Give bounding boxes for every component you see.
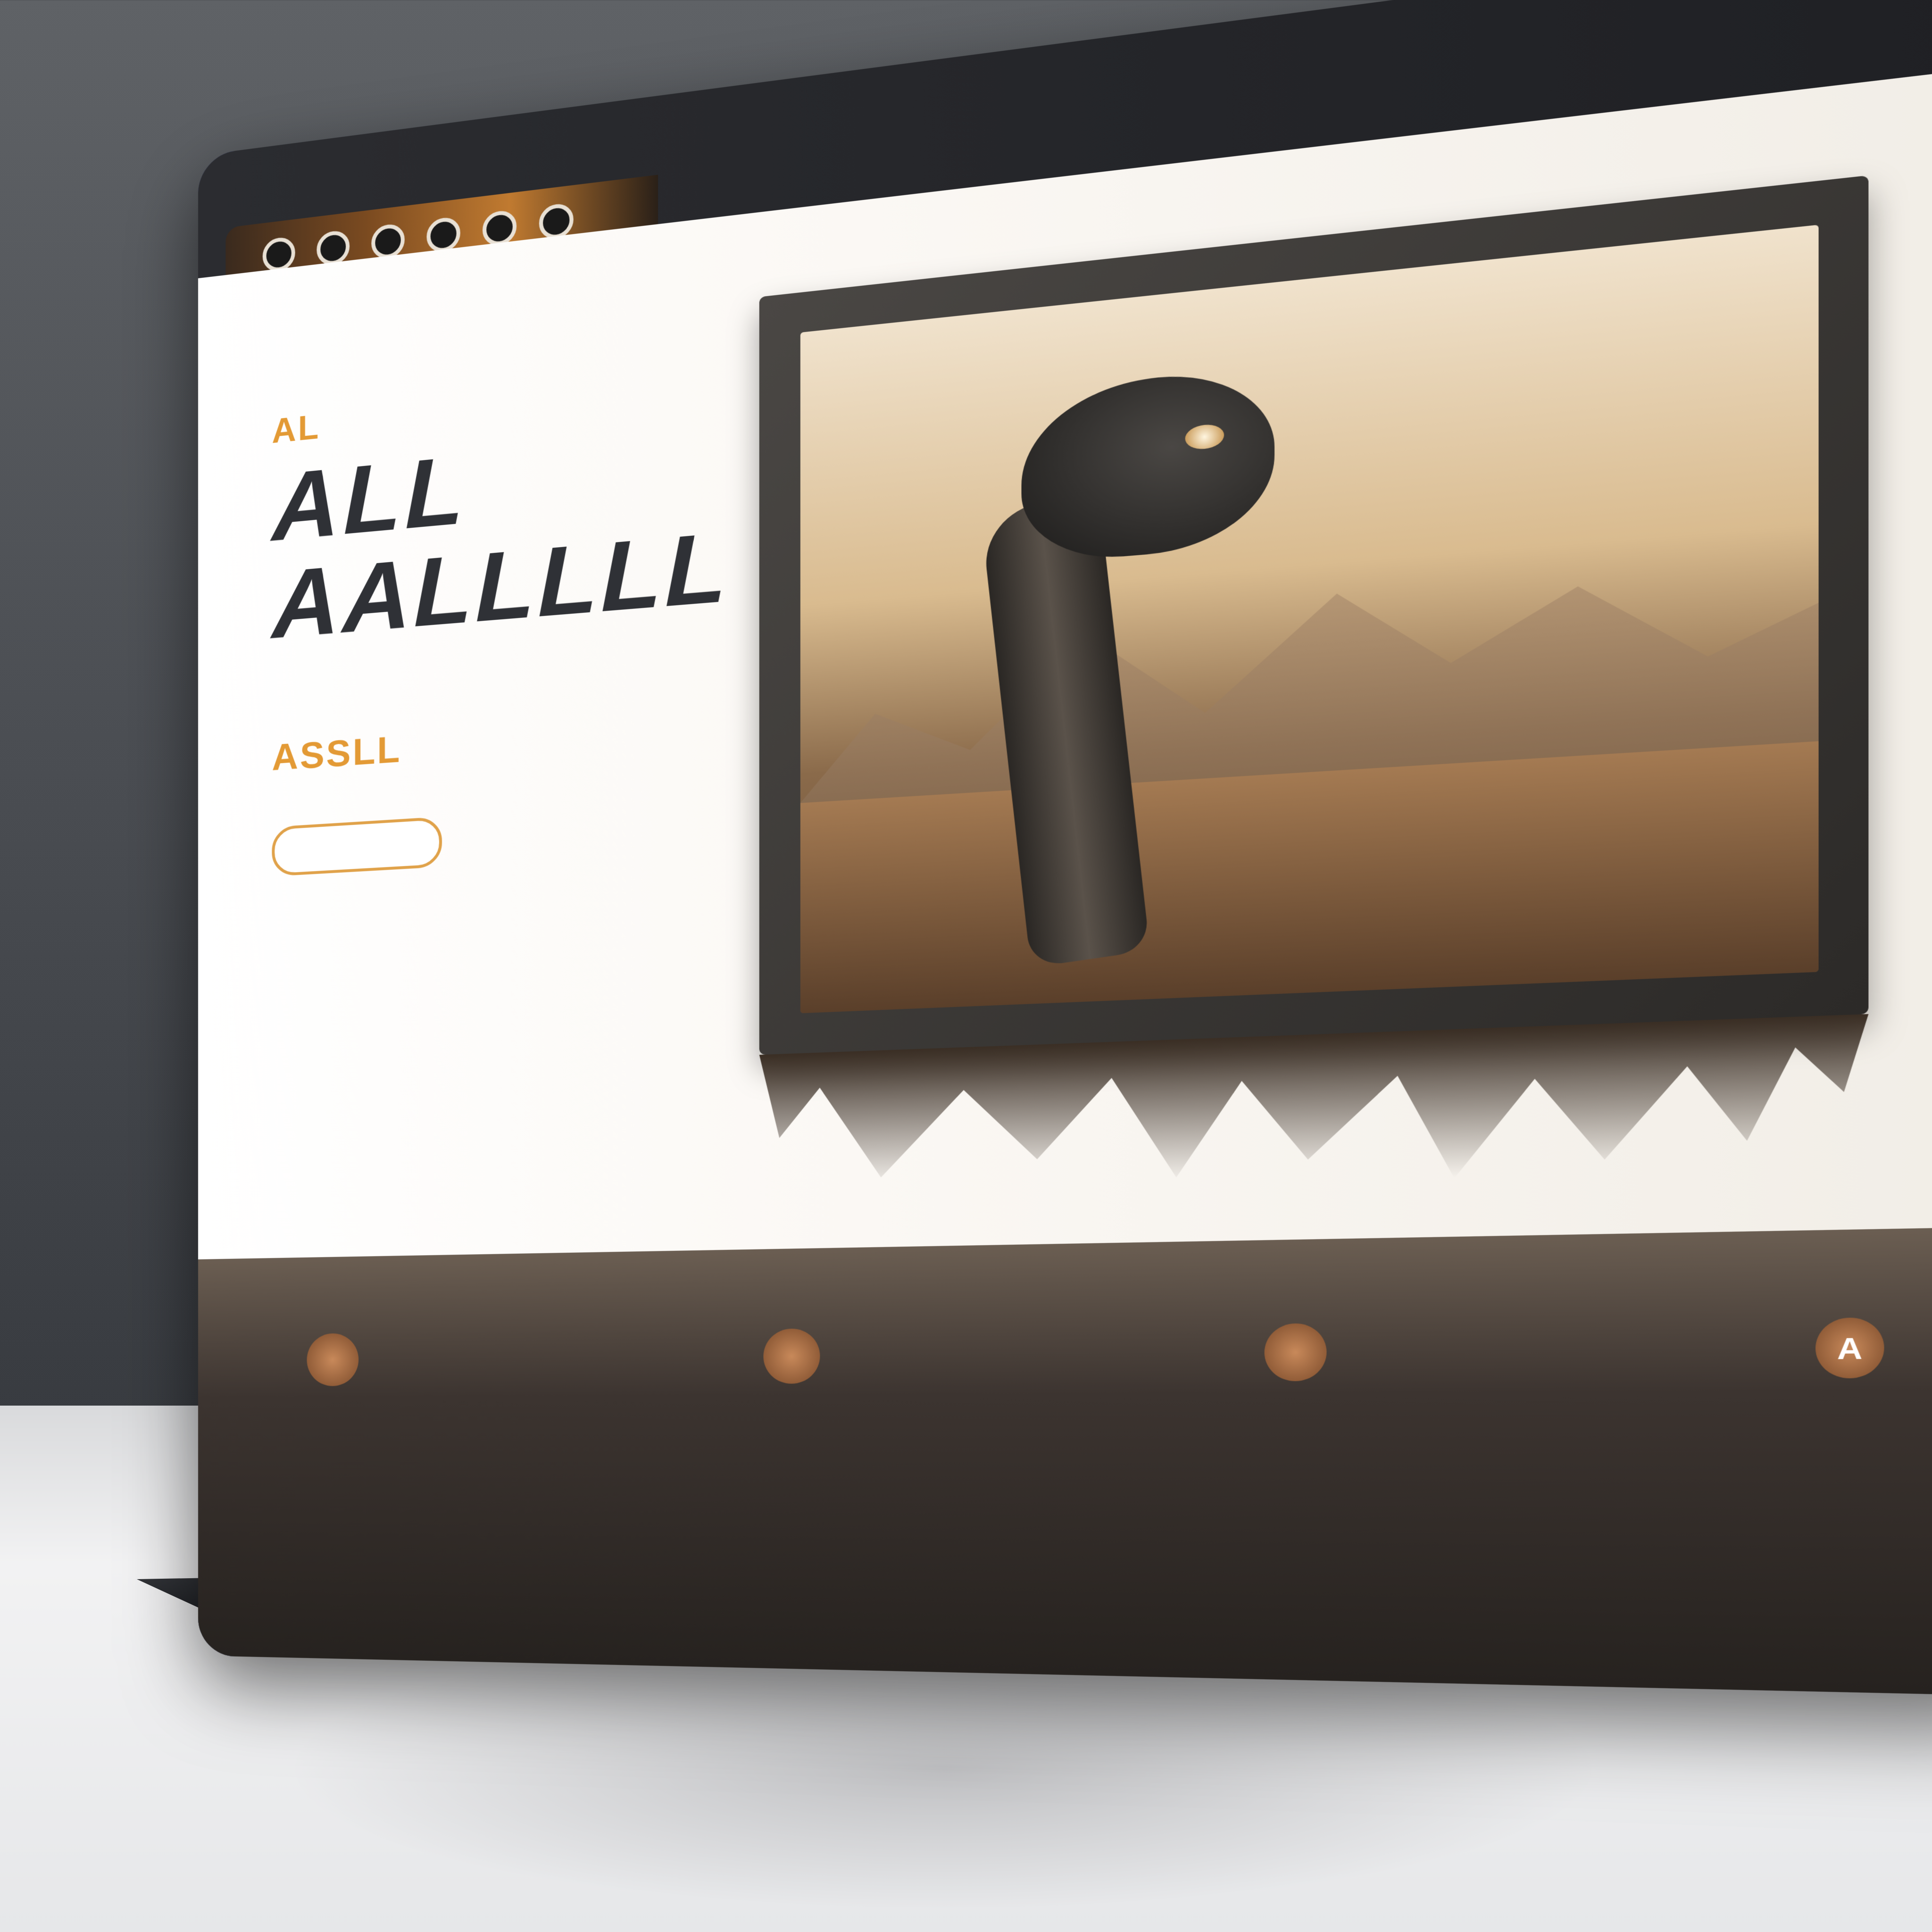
stat-item[interactable]: [263, 1332, 404, 1424]
stat-icon[interactable]: [307, 1333, 359, 1386]
hero-meta: [272, 795, 708, 822]
featured-image-frame: [759, 175, 1869, 1055]
stat-icon[interactable]: [763, 1328, 820, 1384]
cta-button[interactable]: [272, 816, 442, 877]
footer-stats: A: [263, 1317, 1932, 1424]
monitor: AL ALL AALLLLL ASSLL A: [198, 0, 1932, 1697]
creature-neck: [980, 491, 1150, 968]
stat-item[interactable]: A: [1757, 1317, 1932, 1423]
screen: AL ALL AALLLLL ASSLL A: [198, 0, 1932, 1697]
hero-subheading: ASSLL: [272, 727, 402, 779]
stat-icon[interactable]: A: [1815, 1317, 1884, 1379]
creature-illustration: [958, 346, 1275, 987]
footer-bar: A: [198, 1226, 1932, 1697]
stat-icon[interactable]: [1264, 1323, 1327, 1382]
frame-image: [800, 225, 1819, 1014]
hero-text: AL ALL AALLLLL ASSLL: [272, 367, 730, 877]
stat-item[interactable]: [1211, 1323, 1381, 1423]
hero-description: [272, 798, 668, 822]
creature-head: [1021, 366, 1275, 565]
nav-menu: [1708, 0, 1932, 2]
stat-item[interactable]: [715, 1328, 869, 1424]
